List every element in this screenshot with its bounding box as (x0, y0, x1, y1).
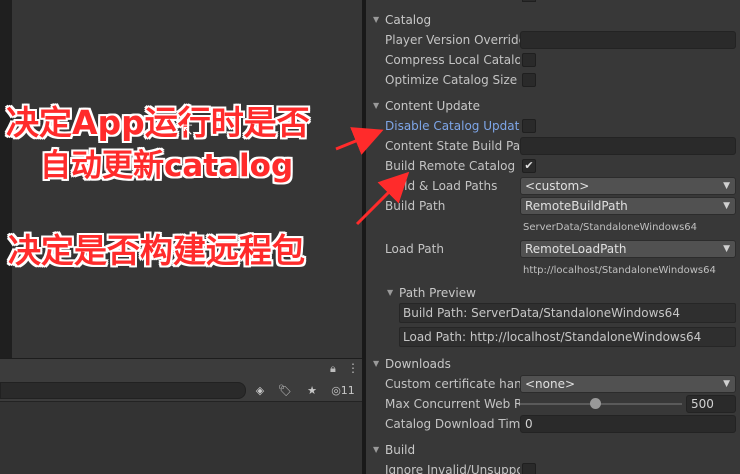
annotation-line-2: 自动更新catalog (40, 148, 294, 184)
arrow-to-build-remote-catalog (355, 171, 410, 226)
annotation-line-3: 决定是否构建远程包 (8, 231, 305, 270)
annotation-line-1: 决定App运行时是否 (6, 103, 310, 142)
arrow-to-disable-catalog-update (335, 127, 384, 155)
mouse-cursor-icon: ⇱ (181, 123, 193, 139)
